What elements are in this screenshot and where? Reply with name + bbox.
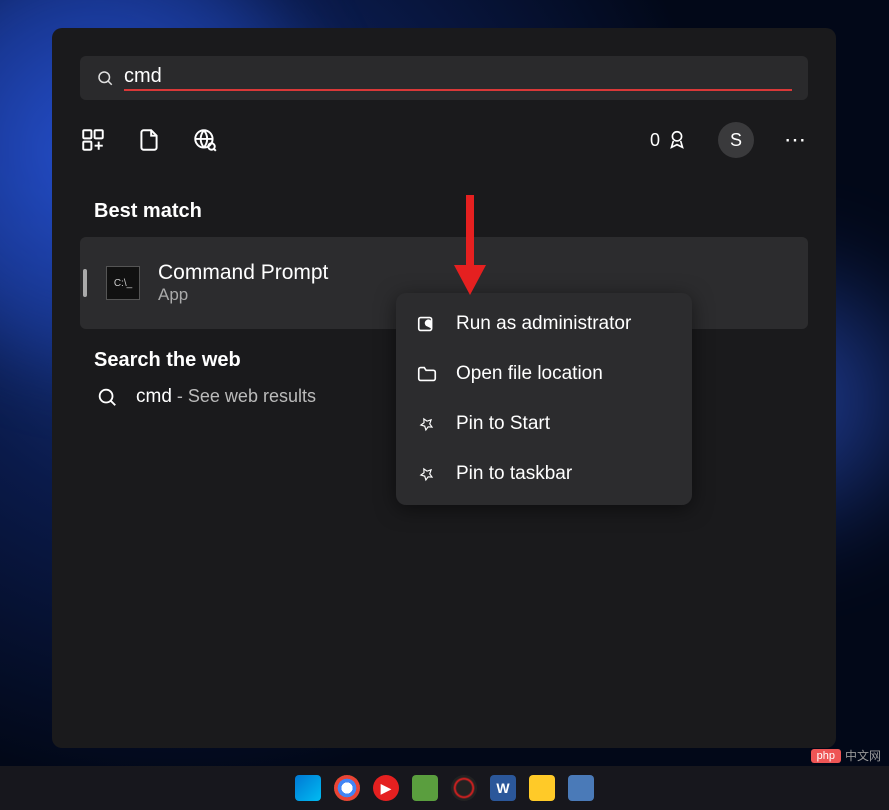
result-subtitle: App xyxy=(158,285,328,305)
ctx-run-as-admin[interactable]: Run as administrator xyxy=(396,299,692,349)
rewards-counter[interactable]: 0 xyxy=(650,129,688,151)
rewards-count: 0 xyxy=(650,130,660,151)
folder-icon xyxy=(416,363,438,385)
ctx-pin-taskbar[interactable]: Pin to taskbar xyxy=(396,449,692,499)
watermark: php 中文网 xyxy=(811,747,881,764)
medal-icon xyxy=(666,129,688,151)
documents-icon[interactable] xyxy=(136,127,162,153)
ctx-open-location[interactable]: Open file location xyxy=(396,349,692,399)
cmd-app-icon: C:\_ xyxy=(106,266,140,300)
start-icon[interactable] xyxy=(295,775,321,801)
annotation-arrow xyxy=(448,190,492,300)
app-icon[interactable] xyxy=(451,775,477,801)
context-menu: Run as administrator Open file location … xyxy=(396,293,692,505)
search-bar[interactable]: cmd xyxy=(80,56,808,100)
web-icon[interactable] xyxy=(192,127,218,153)
result-title: Command Prompt xyxy=(158,261,328,285)
search-icon xyxy=(96,69,114,87)
app-icon-2[interactable] xyxy=(568,775,594,801)
explorer-icon[interactable] xyxy=(529,775,555,801)
word-icon[interactable]: W xyxy=(490,775,516,801)
selection-indicator xyxy=(83,269,87,297)
admin-icon xyxy=(416,313,438,335)
media-icon[interactable]: ▶ xyxy=(373,775,399,801)
web-suffix: - See web results xyxy=(172,386,316,406)
pin-icon xyxy=(416,413,438,435)
header-row: 0 S ⋯ xyxy=(52,100,836,180)
pin-icon xyxy=(416,463,438,485)
search-icon xyxy=(96,386,118,408)
start-search-panel: cmd 0 S ⋯ Best match C:\_ Command Prompt… xyxy=(52,28,836,748)
ctx-pin-start[interactable]: Pin to Start xyxy=(396,399,692,449)
web-term: cmd xyxy=(136,386,172,407)
chat-icon[interactable] xyxy=(412,775,438,801)
taskbar: ▶ W xyxy=(0,766,889,810)
apps-icon[interactable] xyxy=(80,127,106,153)
search-input-text[interactable]: cmd xyxy=(124,65,792,91)
avatar[interactable]: S xyxy=(718,122,754,158)
more-icon[interactable]: ⋯ xyxy=(784,127,808,153)
chrome-icon[interactable] xyxy=(334,775,360,801)
